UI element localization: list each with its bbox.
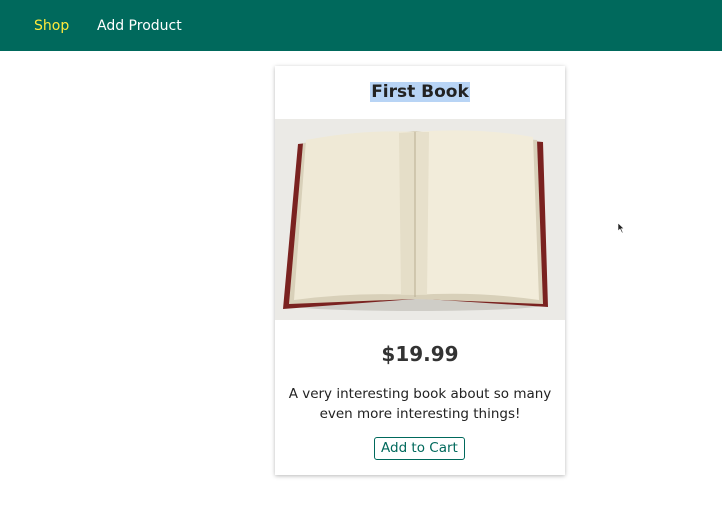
product-title-text: First Book [370,82,470,102]
main-header: Shop Add Product [0,0,722,51]
add-to-cart-button[interactable]: Add to Cart [374,437,465,460]
open-book-image [275,119,565,320]
product-price: $19.99 [381,342,459,366]
product-card: First Book $19.99 A very interesting boo… [275,66,565,475]
product-title: First Book [275,81,565,103]
mouse-cursor-icon [618,223,625,234]
nav-shop-link[interactable]: Shop [34,17,69,35]
product-description: A very interesting book about so many ev… [288,385,552,422]
nav-add-product-link[interactable]: Add Product [97,17,182,35]
